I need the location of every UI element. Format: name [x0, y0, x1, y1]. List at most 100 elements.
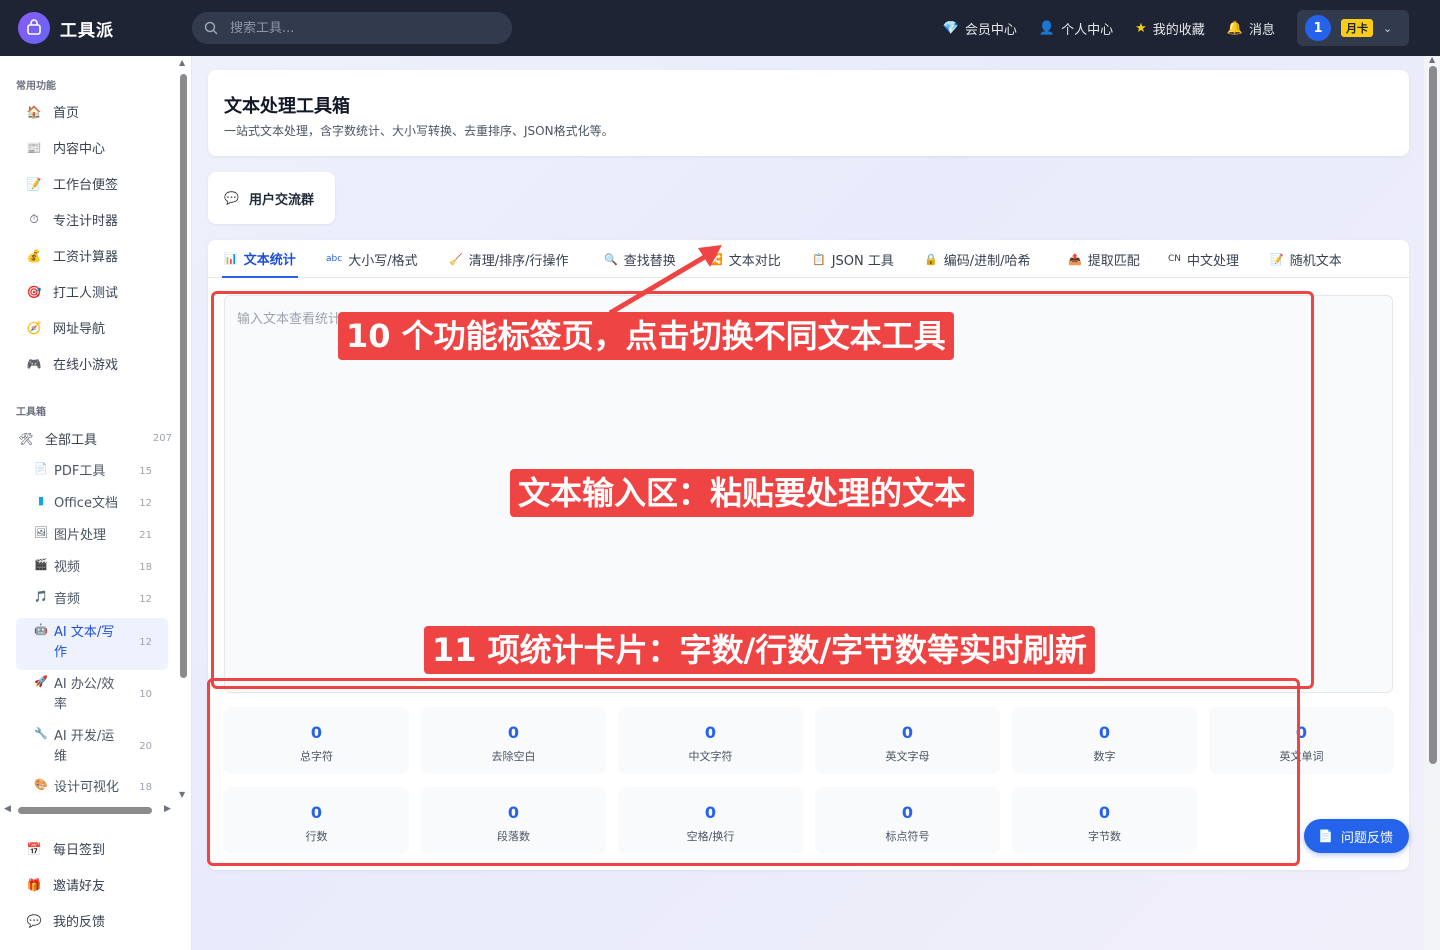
sidebar-scroll-area[interactable]: 常用功能 🏠 首页 📰 内容中心 📝 工作台便签 ⏱ 专注计时器 💰 工资计算器 🎯 打工人…: [0, 56, 178, 796]
sidebar-item-home[interactable]: 🏠 首页: [16, 102, 168, 122]
sidebar-item-notes[interactable]: 📝 工作台便签: [16, 174, 168, 194]
feedback-button[interactable]: 📄 问题反馈: [1304, 819, 1409, 853]
sidebar-item-worker-test[interactable]: 🎯 打工人测试: [16, 282, 168, 302]
bell-icon: 🔔: [1226, 20, 1243, 36]
sidebar-horizontal-scrollbar[interactable]: ◀ ▶: [4, 804, 174, 816]
chevron-down-icon: ⌄: [1383, 21, 1393, 35]
robot-icon: 🤖: [34, 623, 48, 636]
sidebar-item-salary-calc[interactable]: 💰 工资计算器: [16, 246, 168, 266]
palette-icon: 🎨: [34, 778, 48, 791]
search-bar[interactable]: [192, 12, 512, 44]
gamepad-icon: 🎮: [26, 356, 42, 371]
sidebar-item-web-nav[interactable]: 🧭 网址导航: [16, 318, 168, 338]
tab-json-tools[interactable]: 📋 JSON 工具: [812, 240, 894, 278]
sidebar-item-office[interactable]: ▮ Office文档 12: [16, 494, 168, 514]
logo-icon: [18, 12, 50, 44]
sidebar-item-video[interactable]: 🎬 视频 18: [16, 558, 168, 578]
page-header-card: 文本处理工具箱 一站式文本处理，含字数统计、大小写转换、去重排序、JSON格式化…: [208, 70, 1409, 156]
user-menu[interactable]: 1 月卡 ⌄: [1297, 10, 1409, 46]
sidebar-item-ai-writing[interactable]: 🤖 AI 文本/写作 12: [16, 618, 168, 670]
scroll-left-arrow-icon[interactable]: ◀: [4, 804, 11, 814]
page-vertical-scrollbar[interactable]: ▲: [1426, 55, 1440, 950]
search-icon: [204, 21, 218, 35]
wrench-icon: 🔧: [34, 727, 48, 740]
sidebar-item-image[interactable]: 🖼 图片处理 21: [16, 526, 168, 546]
app-name: 工具派: [60, 20, 114, 41]
document-icon: 📄: [1318, 829, 1333, 843]
star-icon: ★: [1135, 20, 1147, 36]
house-icon: 🏠: [26, 104, 42, 119]
page-subtitle: 一站式文本处理，含字数统计、大小写转换、去重排序、JSON格式化等。: [224, 124, 614, 138]
tab-random-text[interactable]: 📝 随机文本: [1270, 240, 1342, 278]
tab-case-format[interactable]: abc 大小写/格式: [326, 240, 418, 278]
section-title-toolbox: 工具箱: [16, 407, 46, 418]
membership-badge: 月卡: [1341, 19, 1373, 37]
sidebar-item-focus-timer[interactable]: ⏱ 专注计时器: [16, 210, 168, 229]
sidebar-item-ai-office[interactable]: 🚀 AI 办公/效率 10: [16, 674, 168, 722]
tab-encode-hash[interactable]: 🔒 编码/进制/哈希: [924, 240, 1030, 278]
lock-icon: 🔒: [924, 252, 938, 266]
scroll-down-arrow-icon[interactable]: ▼: [179, 790, 185, 799]
nav-member-center[interactable]: 💎 会员中心: [943, 19, 1017, 38]
sidebar-item-audio[interactable]: 🎵 音频 12: [16, 590, 168, 610]
scroll-right-arrow-icon[interactable]: ▶: [164, 804, 171, 814]
avatar: 1: [1305, 15, 1331, 41]
sidebar-item-games[interactable]: 🎮 在线小游戏: [16, 354, 168, 374]
sidebar-item-ai-dev[interactable]: 🔧 AI 开发/运维 20: [16, 726, 168, 774]
scrollbar-thumb[interactable]: [18, 807, 152, 814]
scroll-up-arrow-icon[interactable]: ▲: [179, 58, 185, 67]
memo-icon: 📝: [26, 176, 42, 191]
nav-messages[interactable]: 🔔 消息: [1227, 19, 1275, 38]
tab-extract-match[interactable]: 📤 提取匹配: [1068, 240, 1140, 278]
memo-icon: 📝: [1270, 252, 1284, 266]
sidebar-item-content[interactable]: 📰 内容中心: [16, 138, 168, 158]
top-bar: 工具派 💎会员中心 👤个人中心 ★我的收藏 🔔消息 1 月卡 ⌄: [0, 0, 1440, 56]
abc-icon: abc: [326, 254, 343, 264]
extract-icon: 📤: [1068, 252, 1082, 266]
search-input[interactable]: [230, 20, 490, 36]
section-title-common: 常用功能: [16, 81, 56, 92]
gem-icon: 💎: [942, 20, 959, 36]
compass-icon: 🧭: [26, 320, 42, 335]
money-bag-icon: 💰: [26, 248, 42, 263]
sidebar: 常用功能 🏠 首页 📰 内容中心 📝 工作台便签 ⏱ 专注计时器 💰 工资计算器 🎯 打工人…: [0, 56, 192, 950]
gift-icon: 🎁: [26, 877, 42, 892]
tab-clean-sort[interactable]: 🧹 清理/排序/行操作: [449, 240, 568, 278]
sidebar-item-my-feedback[interactable]: 💬 我的反馈: [16, 911, 168, 931]
page-title: 文本处理工具箱: [224, 96, 350, 117]
annotation-label-tabs: 10 个功能标签页，点击切换不同文本工具: [338, 312, 954, 360]
calendar-icon: 📅: [26, 841, 42, 856]
pdf-icon: 📄: [34, 462, 48, 475]
speech-bubble-icon: 💬: [224, 191, 239, 205]
sidebar-item-pdf[interactable]: 📄 PDF工具 15: [16, 462, 168, 482]
document-icon: ▮: [37, 494, 45, 507]
scroll-up-arrow-icon[interactable]: ▲: [1429, 55, 1435, 64]
sidebar-item-invite[interactable]: 🎁 邀请好友: [16, 875, 168, 895]
logo[interactable]: 工具派: [18, 12, 114, 44]
user-group-button[interactable]: 💬 用户交流群: [208, 172, 335, 224]
tab-chinese[interactable]: CN 中文处理: [1168, 240, 1239, 278]
sidebar-item-checkin[interactable]: 📅 每日签到: [16, 839, 168, 859]
tab-text-stats[interactable]: 📊 文本统计: [222, 240, 298, 278]
target-icon: 🎯: [26, 284, 42, 299]
scrollbar-thumb[interactable]: [180, 74, 187, 678]
chart-icon: 📊: [224, 251, 238, 265]
speech-bubble-icon: 💬: [26, 913, 42, 928]
sidebar-vertical-scrollbar[interactable]: ▲ ▼: [178, 58, 188, 800]
nav-favorites[interactable]: ★ 我的收藏: [1135, 19, 1205, 38]
sidebar-item-all-tools[interactable]: 🛠 全部工具 207: [8, 429, 176, 449]
person-icon: 👤: [1038, 20, 1056, 36]
stopwatch-icon: ⏱: [29, 212, 39, 226]
broom-icon: 🧹: [449, 252, 463, 266]
sidebar-item-design[interactable]: 🎨 设计可视化 18: [16, 778, 168, 796]
cn-icon: CN: [1168, 254, 1182, 264]
music-icon: 🎵: [34, 590, 48, 603]
newspaper-icon: 📰: [26, 140, 42, 155]
tab-bar: 📊 文本统计 abc 大小写/格式 🧹 清理/排序/行操作 🔍 查找替换 🔀 文本对比 📋…: [208, 240, 1409, 278]
annotation-label-stats: 11 项统计卡片：字数/行数/字节数等实时刷新: [424, 626, 1096, 674]
annotation-box-stats: [207, 678, 1300, 866]
scrollbar-thumb[interactable]: [1429, 66, 1437, 764]
nav-profile[interactable]: 👤 个人中心: [1039, 19, 1113, 38]
tools-icon: 🛠: [18, 431, 34, 446]
image-icon: 🖼: [34, 526, 48, 539]
